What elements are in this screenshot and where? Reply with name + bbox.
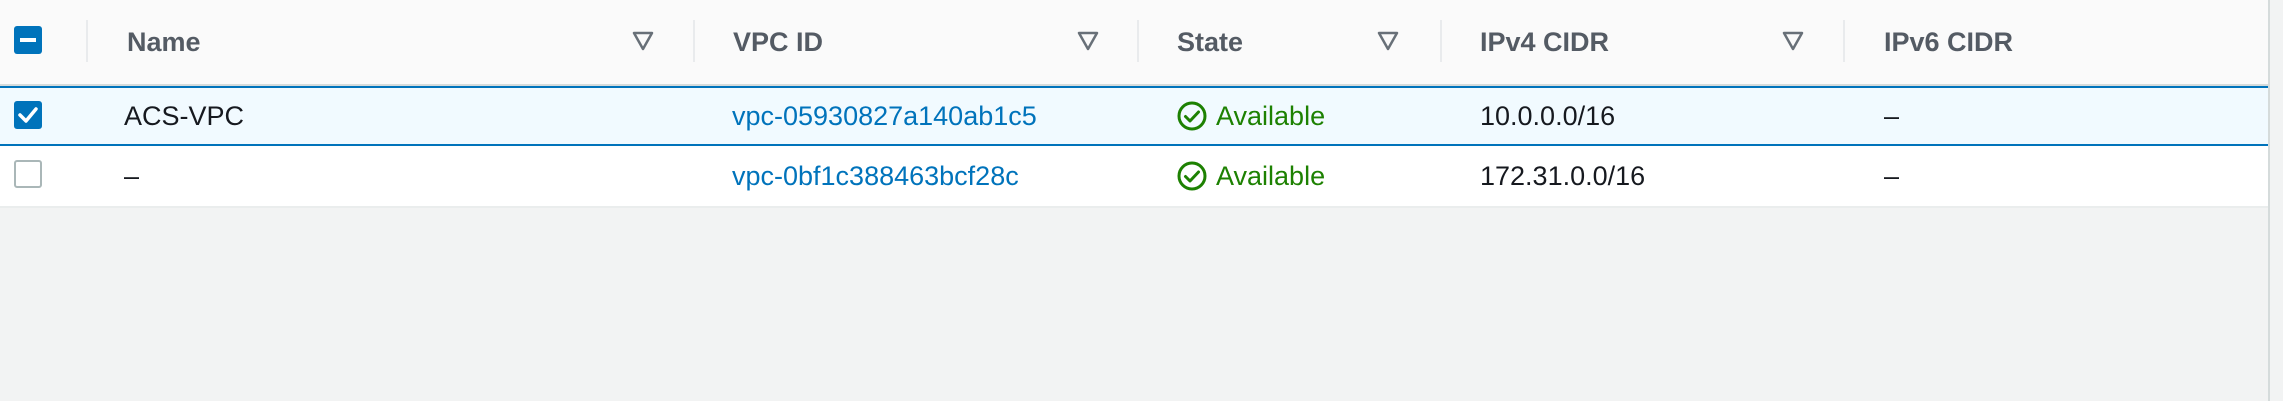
column-header-ipv6-cidr[interactable]: IPv6 CIDR <box>1884 0 2013 84</box>
sort-triangle-icon[interactable] <box>632 30 654 52</box>
vpc-id-link[interactable]: vpc-05930827a140ab1c5 <box>732 88 1037 144</box>
column-header-label: IPv6 CIDR <box>1884 26 2014 57</box>
table-row[interactable]: – vpc-0bf1c388463bcf28c Available 172.31… <box>0 146 2268 208</box>
sort-triangle-icon[interactable] <box>1077 30 1099 52</box>
vpc-table: Name VPC ID State IPv4 CIDR IPv6 CIDR AC… <box>0 0 2270 401</box>
check-circle-icon <box>1177 101 1207 131</box>
cell-state: Available <box>1176 88 1325 144</box>
state-label: Available <box>1216 100 1326 131</box>
table-header: Name VPC ID State IPv4 CIDR IPv6 CIDR <box>0 0 2268 86</box>
vpc-id-link[interactable]: vpc-0bf1c388463bcf28c <box>732 146 1019 206</box>
column-header-label: VPC ID <box>733 26 824 57</box>
table-row[interactable]: ACS-VPC vpc-05930827a140ab1c5 Available … <box>0 86 2268 146</box>
cell-ipv6-cidr: – <box>1884 100 1900 131</box>
check-circle-icon <box>1177 161 1207 191</box>
column-divider <box>86 20 88 62</box>
column-header-label: Name <box>127 26 201 57</box>
column-divider <box>1137 20 1139 62</box>
column-header-state[interactable]: State <box>1177 0 1243 84</box>
checkmark-icon <box>18 107 38 123</box>
column-header-label: State <box>1177 26 1244 57</box>
minus-icon <box>20 38 36 42</box>
column-divider <box>1843 20 1845 62</box>
column-header-ipv4-cidr[interactable]: IPv4 CIDR <box>1480 0 1609 84</box>
empty-table-area <box>0 208 2268 401</box>
select-all-checkbox[interactable] <box>14 26 42 54</box>
column-header-name[interactable]: Name <box>127 0 201 84</box>
column-header-label: IPv4 CIDR <box>1480 26 1610 57</box>
cell-ipv4-cidr: 172.31.0.0/16 <box>1480 160 1646 191</box>
vpc-table-page: Name VPC ID State IPv4 CIDR IPv6 CIDR AC… <box>0 0 2283 401</box>
row-checkbox[interactable] <box>14 101 42 129</box>
sort-triangle-icon[interactable] <box>1377 30 1399 52</box>
column-divider <box>1440 20 1442 62</box>
cell-state: Available <box>1176 146 1325 206</box>
column-header-vpc-id[interactable]: VPC ID <box>733 0 823 84</box>
cell-ipv4-cidr: 10.0.0.0/16 <box>1480 100 1616 131</box>
sort-triangle-icon[interactable] <box>1782 30 1804 52</box>
cell-name: ACS-VPC <box>124 100 245 131</box>
cell-ipv6-cidr: – <box>1884 160 1900 191</box>
cell-name: – <box>124 160 140 191</box>
row-checkbox[interactable] <box>14 160 42 188</box>
state-label: Available <box>1216 160 1326 191</box>
column-divider <box>693 20 695 62</box>
